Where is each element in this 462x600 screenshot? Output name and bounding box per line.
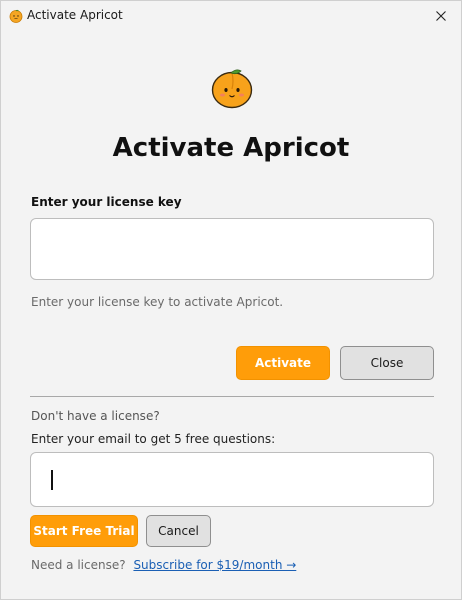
cancel-button[interactable]: Cancel	[146, 515, 211, 547]
start-free-trial-button[interactable]: Start Free Trial	[30, 515, 138, 547]
apricot-logo-icon	[211, 69, 253, 109]
activation-window: Activate Apricot Activate Apricot Enter …	[0, 0, 462, 600]
section-divider	[30, 396, 434, 397]
license-helper-text: Enter your license key to activate Apric…	[31, 295, 284, 309]
title-bar: Activate Apricot	[1, 1, 461, 31]
close-button[interactable]: Close	[340, 346, 434, 380]
activate-button[interactable]: Activate	[236, 346, 330, 380]
text-caret	[51, 470, 53, 490]
close-window-button[interactable]	[429, 4, 453, 28]
email-prompt-label: Enter your email to get 5 free questions…	[31, 432, 276, 446]
page-title: Activate Apricot	[112, 133, 350, 163]
email-input[interactable]	[30, 452, 434, 507]
window-title: Activate Apricot	[27, 8, 123, 22]
need-license-text: Need a license?	[31, 558, 126, 572]
license-key-label: Enter your license key	[31, 195, 182, 209]
license-key-input[interactable]	[30, 218, 434, 280]
footer: Need a license? Subscribe for $19/month …	[31, 558, 296, 572]
no-license-text: Don't have a license?	[31, 409, 160, 423]
apricot-icon	[9, 9, 23, 23]
subscribe-link[interactable]: Subscribe for $19/month →	[133, 558, 296, 572]
close-icon	[436, 11, 446, 21]
